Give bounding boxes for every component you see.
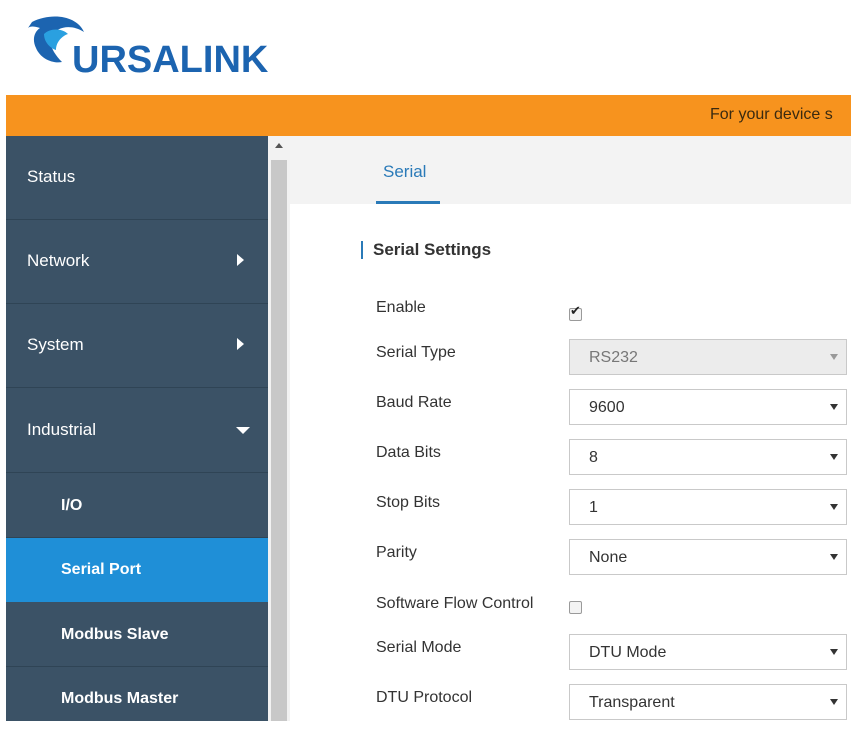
dropdown-caret-icon bbox=[830, 554, 838, 560]
enable-checkbox[interactable]: ✔ bbox=[569, 304, 582, 321]
active-tab-indicator bbox=[376, 201, 440, 204]
sidebar-subitem-label: Serial Port bbox=[61, 561, 142, 578]
sidebar-subitem-serial-port[interactable]: Serial Port bbox=[6, 538, 268, 602]
data-bits-label: Data Bits bbox=[376, 444, 441, 461]
sidebar-subitem-io[interactable]: I/O bbox=[6, 474, 268, 538]
sidebar-subitem-modbus-slave[interactable]: Modbus Slave bbox=[6, 603, 268, 667]
data-bits-value: 8 bbox=[589, 449, 598, 466]
dtu-protocol-value: Transparent bbox=[589, 694, 675, 711]
banner-text: For your device s bbox=[710, 106, 833, 123]
sidebar-item-system[interactable]: System bbox=[6, 304, 268, 388]
stop-bits-select[interactable]: 1 bbox=[569, 489, 847, 525]
scrollbar-thumb[interactable] bbox=[271, 160, 287, 721]
sidebar-item-label: System bbox=[27, 335, 84, 354]
sidebar-subitem-label: Modbus Master bbox=[61, 690, 179, 707]
dtu-protocol-select[interactable]: Transparent bbox=[569, 684, 847, 720]
sidebar-item-status[interactable]: Status bbox=[6, 136, 268, 220]
notice-banner: For your device s bbox=[6, 95, 851, 136]
tab-bar bbox=[290, 136, 851, 204]
software-flow-control-checkbox[interactable] bbox=[569, 601, 582, 614]
serial-type-value: RS232 bbox=[589, 349, 638, 366]
dropdown-caret-icon bbox=[830, 354, 838, 360]
data-bits-select[interactable]: 8 bbox=[569, 439, 847, 475]
serial-type-select[interactable]: RS232 bbox=[569, 339, 847, 375]
tab-serial[interactable]: Serial bbox=[383, 162, 426, 182]
enable-label: Enable bbox=[376, 299, 426, 316]
dropdown-caret-icon bbox=[830, 699, 838, 705]
serial-mode-select[interactable]: DTU Mode bbox=[569, 634, 847, 670]
dropdown-caret-icon bbox=[830, 504, 838, 510]
parity-label: Parity bbox=[376, 544, 417, 561]
dropdown-caret-icon bbox=[830, 404, 838, 410]
dropdown-caret-icon bbox=[830, 649, 838, 655]
sidebar-subitem-label: I/O bbox=[61, 497, 83, 514]
serial-mode-label: Serial Mode bbox=[376, 639, 462, 656]
dropdown-caret-icon bbox=[830, 454, 838, 460]
baud-rate-select[interactable]: 9600 bbox=[569, 389, 847, 425]
parity-value: None bbox=[589, 549, 628, 566]
sidebar: Status Network System Industrial I/O Ser… bbox=[6, 136, 268, 721]
chevron-right-icon bbox=[237, 338, 244, 350]
baud-rate-value: 9600 bbox=[589, 399, 625, 416]
sidebar-subitem-modbus-master[interactable]: Modbus Master bbox=[6, 667, 268, 731]
ursalink-logo: URSALINK bbox=[22, 14, 292, 82]
serial-mode-value: DTU Mode bbox=[589, 644, 667, 661]
checkmark-icon: ✔ bbox=[570, 303, 581, 318]
sidebar-subitem-label: Modbus Slave bbox=[61, 626, 169, 643]
sidebar-item-label: Status bbox=[27, 167, 76, 186]
section-marker bbox=[361, 241, 363, 259]
brand-name: URSALINK bbox=[72, 39, 269, 81]
section-title: Serial Settings bbox=[373, 240, 492, 259]
stop-bits-label: Stop Bits bbox=[376, 494, 441, 511]
dtu-protocol-label: DTU Protocol bbox=[376, 689, 473, 706]
stop-bits-value: 1 bbox=[589, 499, 598, 516]
sidebar-item-network[interactable]: Network bbox=[6, 220, 268, 304]
serial-type-label: Serial Type bbox=[376, 344, 456, 361]
scroll-up-arrow-icon[interactable] bbox=[275, 143, 283, 148]
baud-rate-label: Baud Rate bbox=[376, 394, 452, 411]
sidebar-item-industrial[interactable]: Industrial bbox=[6, 389, 268, 473]
sidebar-item-label: Industrial bbox=[27, 420, 96, 439]
software-flow-control-label: Software Flow Control bbox=[376, 595, 534, 612]
chevron-down-icon bbox=[236, 427, 250, 434]
sidebar-item-label: Network bbox=[27, 251, 90, 270]
parity-select[interactable]: None bbox=[569, 539, 847, 575]
chevron-right-icon bbox=[237, 254, 244, 266]
